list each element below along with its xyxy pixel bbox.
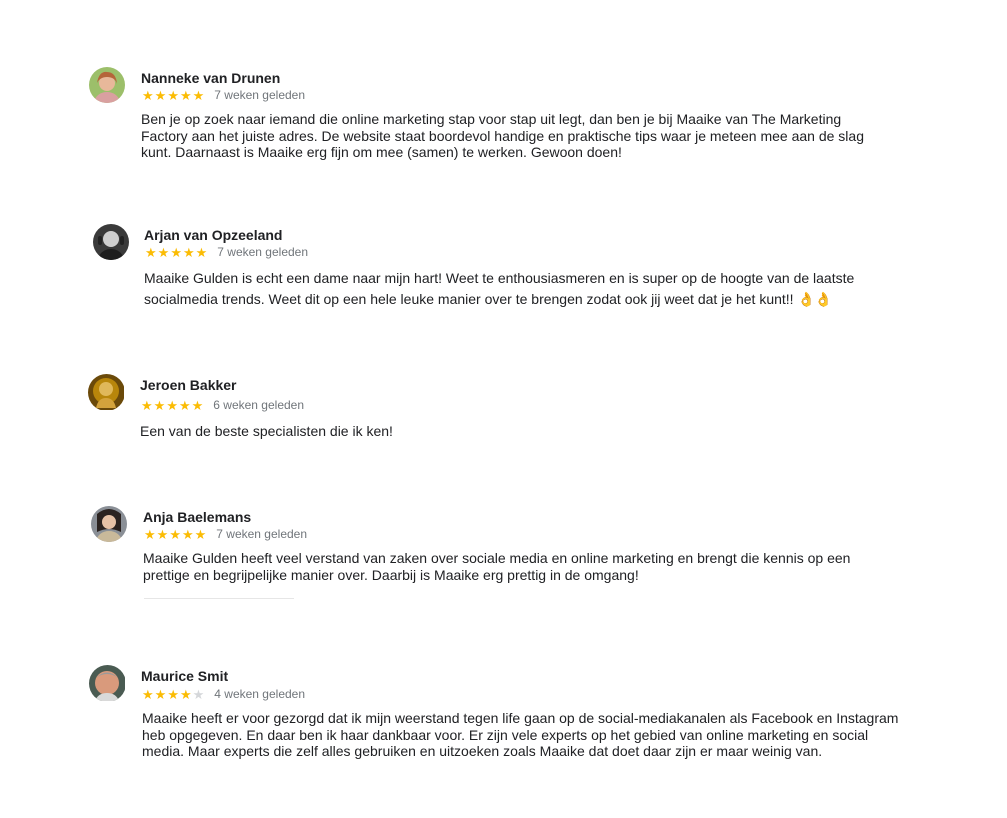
star-rating: ★ ★ ★ ★ ★	[142, 688, 204, 701]
review-text: Maaike heeft er voor gezorgd dat ik mijn…	[142, 710, 899, 759]
review-text: Een van de beste specialisten die ik ken…	[140, 423, 393, 439]
review-time: 7 weken geleden	[214, 88, 306, 102]
review-text: Ben je op zoek naar iemand die online ma…	[141, 111, 864, 160]
reviewer-name[interactable]: Jeroen Bakker	[140, 377, 237, 393]
star-rating: ★ ★ ★ ★ ★	[145, 246, 207, 259]
review-text: Maaike Gulden heeft veel verstand van za…	[143, 550, 851, 583]
star-icon: ★	[181, 526, 194, 542]
review-time: 7 weken geleden	[217, 245, 309, 259]
star-icon: ★	[195, 244, 208, 260]
star-icon: ★	[145, 244, 157, 260]
review-time: 7 weken geleden	[216, 527, 308, 541]
reviewer-avatar[interactable]	[89, 67, 125, 103]
reviewer-avatar[interactable]	[88, 374, 125, 411]
review-text: Maaike Gulden is echt een dame naar mijn…	[144, 268, 864, 310]
star-icon: ★	[179, 87, 192, 103]
divider	[144, 598, 294, 599]
star-icon: ★	[144, 526, 156, 542]
ok-hand-emoji: 👌👌	[797, 291, 833, 307]
star-rating: ★ ★ ★ ★ ★	[144, 528, 206, 541]
review-meta: ★ ★ ★ ★ ★ 7 weken geleden	[145, 245, 308, 259]
star-icon: ★	[142, 87, 154, 103]
star-icon: ★	[153, 397, 166, 413]
review-meta: ★ ★ ★ ★ ★ 6 weken geleden	[141, 398, 304, 412]
star-icon: ★	[156, 526, 169, 542]
star-icon: ★	[169, 526, 181, 542]
star-icon: ★	[191, 397, 204, 413]
star-rating: ★ ★ ★ ★ ★	[141, 399, 203, 412]
reviewer-avatar[interactable]	[89, 665, 126, 702]
reviewer-name[interactable]: Arjan van Opzeeland	[144, 227, 282, 243]
reviewer-name[interactable]: Nanneke van Drunen	[141, 70, 280, 86]
star-icon: ★	[178, 397, 191, 413]
star-empty-icon: ★	[192, 686, 205, 702]
star-icon: ★	[192, 87, 205, 103]
review-meta: ★ ★ ★ ★ ★ 4 weken geleden	[142, 687, 305, 701]
star-icon: ★	[166, 397, 178, 413]
review-time: 6 weken geleden	[213, 398, 305, 412]
reviewer-avatar[interactable]	[91, 506, 127, 542]
star-rating: ★ ★ ★ ★ ★	[142, 89, 204, 102]
review-text-body: Maaike Gulden is echt een dame naar mijn…	[144, 270, 855, 307]
star-icon: ★	[167, 87, 179, 103]
reviewer-name[interactable]: Maurice Smit	[141, 668, 228, 684]
star-icon: ★	[182, 244, 195, 260]
reviewer-name[interactable]: Anja Baelemans	[143, 509, 251, 525]
star-icon: ★	[142, 686, 154, 702]
review-time: 4 weken geleden	[214, 687, 306, 701]
review-meta: ★ ★ ★ ★ ★ 7 weken geleden	[142, 88, 305, 102]
star-icon: ★	[154, 686, 167, 702]
star-icon: ★	[167, 686, 179, 702]
star-icon: ★	[170, 244, 182, 260]
star-icon: ★	[194, 526, 207, 542]
review-meta: ★ ★ ★ ★ ★ 7 weken geleden	[144, 527, 307, 541]
star-icon: ★	[179, 686, 192, 702]
star-icon: ★	[141, 397, 153, 413]
star-icon: ★	[157, 244, 170, 260]
reviewer-avatar[interactable]	[93, 224, 129, 260]
star-icon: ★	[154, 87, 167, 103]
